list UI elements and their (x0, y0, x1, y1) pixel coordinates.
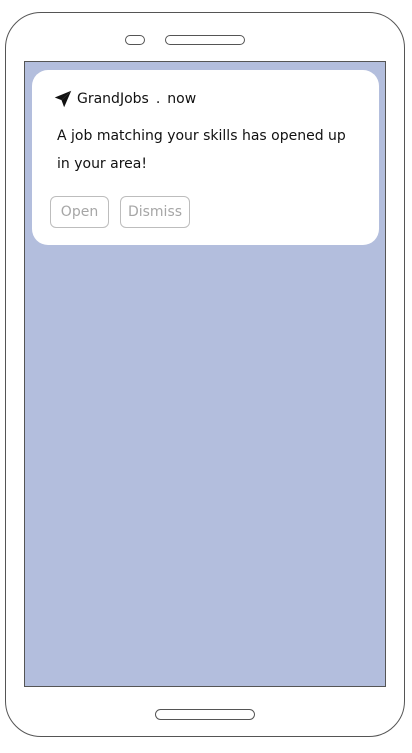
send-icon (54, 90, 72, 108)
earpiece-speaker (165, 35, 245, 45)
app-name: GrandJobs (77, 91, 149, 107)
dismiss-button[interactable]: Dismiss (120, 196, 190, 228)
notification-header: GrandJobs . now (54, 89, 196, 109)
push-notification-card[interactable]: GrandJobs . now A job matching your skil… (32, 70, 379, 245)
notification-message: A job matching your skills has opened up… (57, 128, 346, 172)
notification-time: now (167, 91, 197, 107)
header-separator: . (155, 91, 161, 107)
front-camera (125, 35, 145, 45)
home-indicator[interactable] (155, 709, 255, 720)
open-button[interactable]: Open (50, 196, 109, 228)
